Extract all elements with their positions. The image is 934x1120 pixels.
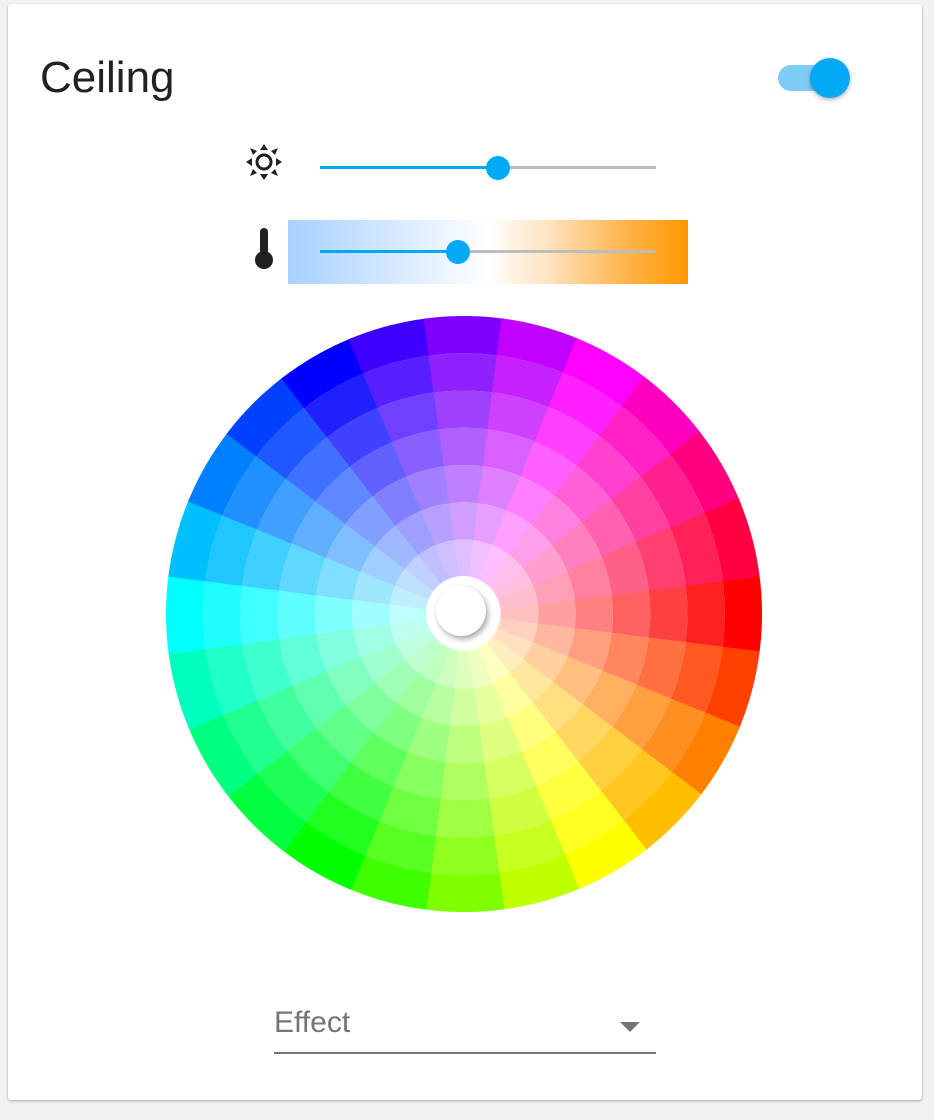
color-wheel-segment[interactable] [240, 583, 280, 645]
color-wheel-segment[interactable] [433, 798, 495, 838]
slider-knob[interactable] [445, 240, 470, 264]
color-wheel-segment[interactable] [443, 724, 485, 763]
effect-label: Effect [274, 1006, 351, 1039]
color-wheel-segment[interactable] [648, 583, 688, 645]
color-wheel-segment[interactable] [315, 593, 354, 635]
color-wheel-segment[interactable] [428, 353, 500, 393]
slider-fill [320, 166, 499, 169]
color-wheel-segment[interactable] [611, 588, 651, 640]
thermometer-icon [255, 228, 273, 269]
card-title: Ceiling [40, 53, 175, 102]
brightness-slider[interactable] [320, 150, 656, 186]
color-wheel-segment[interactable] [166, 573, 206, 655]
color-wheel-segment[interactable] [438, 761, 490, 801]
color-wheel-segment[interactable] [443, 465, 485, 504]
slider-knob[interactable] [486, 156, 511, 180]
color-wheel-segment[interactable] [203, 578, 243, 650]
color-wheel-segment[interactable] [428, 835, 500, 875]
color-wheel-segment[interactable] [438, 427, 490, 467]
brightness-icon [246, 144, 282, 180]
color-wheel-segment[interactable] [423, 316, 505, 356]
color-wheel-marker-inner [436, 586, 486, 636]
color-wheel-segment[interactable] [574, 593, 613, 635]
effect-dropdown[interactable]: Effect [274, 1002, 656, 1054]
color-wheel-marker[interactable] [426, 576, 500, 650]
color-wheel-segment[interactable] [433, 390, 495, 430]
power-toggle[interactable] [778, 56, 850, 100]
light-card: Ceiling Effect [8, 4, 922, 1100]
color-wheel-segment[interactable] [685, 578, 725, 650]
color-wheel-segment[interactable] [722, 573, 762, 655]
color-wheel-segment[interactable] [423, 872, 505, 912]
color-wheel-segment[interactable] [277, 588, 317, 640]
slider-fill [320, 250, 458, 253]
color-temp-slider[interactable] [320, 234, 656, 270]
dropdown-arrow-icon [620, 1022, 640, 1032]
toggle-thumb [810, 58, 850, 98]
